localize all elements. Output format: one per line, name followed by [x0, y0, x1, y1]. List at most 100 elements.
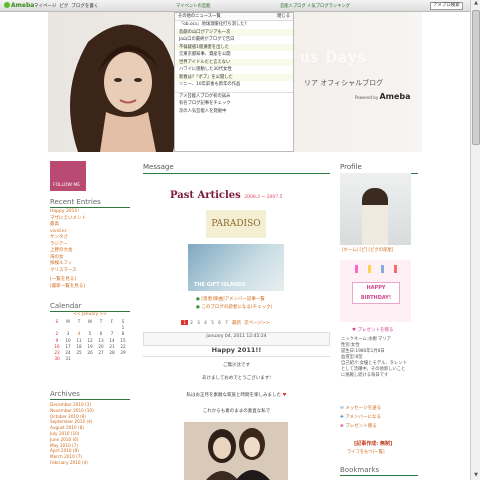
calendar-week: 30 31: [50, 356, 130, 362]
recent-entries-title: Recent Entries: [50, 198, 130, 208]
present-btn-label: プレゼント贈る: [345, 424, 377, 429]
recent-more-link-2[interactable]: [最新一覧を見る]: [50, 284, 85, 291]
entry-title[interactable]: Happy 2011!!: [143, 346, 330, 357]
news-item[interactable]: 『ob.ocs』地球温暖化打ち消した?: [175, 21, 293, 29]
profile-info-line: に挑戦し続ける毎日です: [341, 373, 389, 378]
calendar-day[interactable]: 30: [53, 356, 61, 362]
page-link[interactable]: 4: [202, 320, 209, 325]
bookmarks-title: Bookmarks: [340, 466, 418, 476]
entry-body-4: これからも素のままの素直な私で: [202, 409, 271, 414]
birthday-text: HAPPY BIRTHDAY!: [352, 282, 400, 304]
topbar-ranking-link[interactable]: 芸能人ブログ 人気ブログランキング: [280, 3, 350, 9]
news-item[interactable]: ソニー、10年前後も新年の作品: [175, 81, 293, 89]
page-link[interactable]: 5: [209, 320, 216, 325]
archives-list: December 2010 (3) November 2010 (10) Octob…: [50, 402, 130, 466]
candle-icon: [394, 265, 397, 273]
news-item[interactable]: 新春は?『ボブ』を公開した: [175, 73, 293, 81]
scroll-up-icon[interactable]: ▲: [472, 0, 480, 8]
paradiso-banner[interactable]: PARADISO: [206, 210, 266, 238]
calendar: << January >> S M T W T F S 1 2 3 4 5 6 7 8 9 10 11 12 13 14…: [50, 311, 130, 362]
page-link[interactable]: 2: [188, 320, 195, 325]
blog-title: us Days: [300, 48, 367, 66]
profile-links[interactable]: [ホーム] [ピ] [ピグの部屋]: [342, 247, 393, 253]
recent-entries-list: Happy 2011! マザにえいメント 最高 vivid.kr サンタさ ラジアー 上野の…: [50, 209, 130, 274]
scroll-down-icon[interactable]: ▼: [472, 472, 480, 480]
archives-title: Archives: [50, 390, 130, 400]
news-header-label: その他のニュース一覧: [178, 14, 221, 19]
powered-label: Powered by: [355, 95, 379, 100]
entry-date: January 04, 2011 12:45:24: [206, 334, 267, 339]
profile-section-title: Profile: [340, 163, 362, 171]
vertical-scrollbar[interactable]: ▲ ▼: [470, 0, 480, 480]
present-label: プレゼントを贈る: [357, 328, 394, 333]
entry-photo[interactable]: [184, 422, 288, 480]
present-link[interactable]: ♥ プレゼントを贈る: [352, 327, 393, 333]
amember-button[interactable]: ✚ アメンバーになる: [340, 413, 381, 422]
fanclub-list-link[interactable]: ライフをもつ[一覧]: [347, 449, 385, 455]
page-link[interactable]: 6: [216, 320, 223, 325]
recent-entry-link[interactable]: クリスマース: [50, 268, 130, 275]
send-message-label: メッセージを送る: [345, 406, 382, 411]
ameba-dot-icon: [4, 2, 10, 8]
powered-brand: Ameba: [379, 92, 411, 101]
calendar-month[interactable]: << January >>: [50, 311, 130, 319]
fanclub-link[interactable]: [記事作成: 無制]: [354, 440, 392, 447]
news-item-secondary[interactable]: 有名ブログ記事をチェック: [175, 100, 293, 108]
page-link[interactable]: 3: [195, 320, 202, 325]
green-dot-icon: ●: [196, 297, 200, 302]
profile-info: ニックネーム:水樹 マリア 性別:女性 誕生日:1986年1月8日 血液型:B型 自己紹…: [341, 337, 421, 379]
follow-me-badge[interactable]: FOLLOW ME: [50, 161, 86, 191]
user-plus-icon: ✚: [340, 415, 344, 420]
present-button[interactable]: ❀ プレゼント贈る: [340, 422, 377, 431]
candle-icon: [368, 265, 371, 273]
candle-icon: [355, 265, 358, 273]
entry-body-3-text: 私はお正月を素敵な家族と時間を楽しみました: [186, 393, 282, 398]
news-close-button[interactable]: 閉じる: [277, 13, 290, 21]
message-divider: [143, 173, 330, 174]
nav-write-blog[interactable]: ブログを書く: [71, 3, 98, 9]
past-articles-label: Past Articles: [170, 190, 241, 201]
news-item[interactable]: Ja山口の最終がブログで告白: [175, 36, 293, 44]
news-item-secondary[interactable]: アメ芸能人ブログ初の試み: [175, 93, 293, 101]
past-articles-dates: 2008.3 ~ 2007.5: [244, 195, 283, 200]
heart-icon: ♥: [282, 393, 287, 398]
topbar-news-link[interactable]: マイベントの芸能: [176, 3, 210, 9]
news-item[interactable]: ハワイに感動した30代女性: [175, 66, 293, 74]
past-articles-title: Past Articles 2008.3 ~ 2007.5: [170, 190, 282, 201]
news-item[interactable]: 世界アイドルだと言えない: [175, 58, 293, 66]
calendar-day: [119, 356, 127, 362]
recent-more-link[interactable]: [一覧を見る]: [50, 277, 76, 284]
nav-mypage[interactable]: マイページ: [34, 3, 56, 9]
calendar-day: [86, 356, 94, 362]
page-latest-link[interactable]: 最新: [232, 321, 241, 326]
ameba-logo[interactable]: Ameba: [4, 2, 34, 9]
page-link[interactable]: 7: [223, 320, 230, 325]
calendar-day: [108, 356, 116, 362]
news-list: 『ob.ocs』地球温暖化打ち消した? 悲劇の山口がアジアも一次 Ja山口の最終がブ…: [175, 21, 293, 89]
gift-islands-banner[interactable]: THE GIFT ISLANDS: [188, 244, 284, 291]
message-section-title: Message: [143, 163, 174, 171]
candle-icon: [381, 265, 384, 273]
ameblo-search-button[interactable]: アメブロ検索: [430, 2, 463, 10]
profile-person: [362, 188, 388, 245]
entry-body-1: ご無沙汰です: [223, 363, 250, 368]
powered-by-ameba[interactable]: Powered by Ameba: [355, 92, 411, 101]
scroll-thumb[interactable]: [472, 10, 480, 145]
archive-link[interactable]: February 2010 (4): [50, 460, 130, 466]
reader-register-link[interactable]: ● このブログの読者になる(チェック): [196, 304, 272, 310]
news-item-secondary[interactable]: 次の人気芸能人を発掘中: [175, 108, 293, 116]
page-next-link[interactable]: 次ページ>>: [244, 321, 269, 326]
news-item[interactable]: 悲劇の山口がアジアも一次: [175, 28, 293, 36]
amember-link-label: [恩恵]楽曲]アメンバー記事一覧: [201, 297, 265, 302]
entry-body-2: あけましておめでとうございます!: [201, 376, 272, 381]
news-list-secondary: アメ芸能人ブログ初の試み 有名ブログ記事をチェック 次の人気芸能人を発掘中: [175, 93, 293, 116]
send-message-button[interactable]: ✉ メッセージを送る: [340, 404, 381, 413]
page-link[interactable]: 1: [181, 320, 188, 325]
news-item[interactable]: 元東京都知事、資産を公開: [175, 51, 293, 59]
news-item[interactable]: 不倫疑惑1億損害を出した: [175, 43, 293, 51]
pagination: 1 2 3 4 5 6 7 最新 次ページ>>: [181, 320, 269, 326]
happy-label: HAPPY: [366, 285, 386, 291]
nav-pigg[interactable]: ピグ: [59, 3, 68, 9]
amember-list-link[interactable]: ● [恩恵]楽曲]アメンバー記事一覧: [196, 296, 265, 302]
calendar-day[interactable]: 31: [64, 356, 72, 362]
